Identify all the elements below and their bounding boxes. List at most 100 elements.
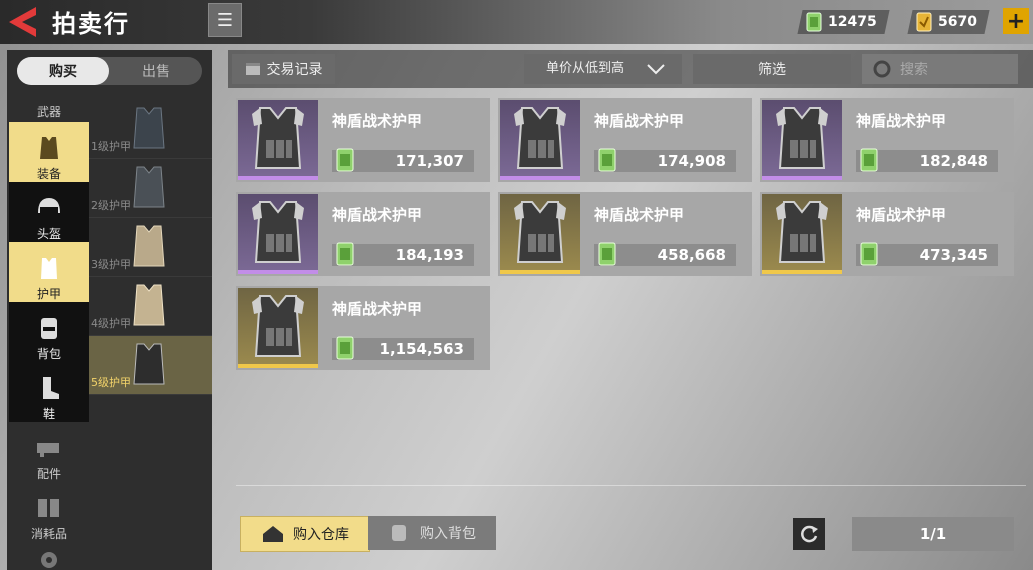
- category-more[interactable]: [9, 542, 89, 570]
- item-thumbnail: [238, 194, 318, 274]
- cash-icon: [336, 242, 354, 266]
- category-consumables[interactable]: 消耗品: [9, 482, 89, 542]
- listing-card[interactable]: 神盾战术护甲 1,154,563: [236, 286, 490, 370]
- cash-icon: [598, 242, 616, 266]
- gold-currency: 5670: [907, 10, 990, 34]
- gold-value: 5670: [938, 14, 977, 30]
- tab-sell[interactable]: 出售: [110, 57, 202, 85]
- armor-level-2[interactable]: 2级护甲: [89, 159, 212, 218]
- rarity-bar: [238, 270, 318, 274]
- backpack-icon: [41, 318, 57, 339]
- armor-level-4-icon: [133, 284, 165, 326]
- buy-to-warehouse-button[interactable]: 购入仓库: [240, 516, 370, 552]
- search-input[interactable]: 搜索: [862, 54, 1018, 84]
- armor-level-label: 3级护甲: [91, 258, 131, 271]
- category-label: 武器: [36, 105, 61, 119]
- category-weapons[interactable]: 武器: [9, 92, 89, 120]
- buy-to-warehouse-label: 购入仓库: [293, 527, 349, 543]
- listing-card[interactable]: 神盾战术护甲 171,307: [236, 98, 490, 182]
- item-thumbnail: [500, 194, 580, 274]
- page-title: 拍卖行: [52, 10, 130, 38]
- category-label: 护甲: [36, 287, 61, 301]
- armor-level-label: 4级护甲: [91, 317, 131, 330]
- category-equipment[interactable]: 装备: [9, 122, 89, 182]
- item-name: 神盾战术护甲: [332, 206, 423, 224]
- filter-button[interactable]: 筛选: [693, 54, 851, 84]
- category-label: 装备: [36, 167, 61, 181]
- item-price: 1,154,563: [379, 340, 464, 358]
- rarity-bar: [762, 270, 842, 274]
- search-icon: [873, 60, 891, 78]
- armor-level-5[interactable]: 5级护甲: [89, 336, 212, 395]
- armor-level-2-icon: [133, 166, 165, 208]
- sort-dropdown[interactable]: 单价从低到高: [524, 54, 682, 84]
- armor-level-1-icon: [133, 107, 165, 149]
- listing-card[interactable]: 神盾战术护甲 182,848: [760, 98, 1014, 182]
- armor-level-4[interactable]: 4级护甲: [89, 277, 212, 336]
- boot-icon: [43, 377, 59, 399]
- item-thumbnail: [762, 194, 842, 274]
- armor-vest-icon: [252, 201, 304, 263]
- listing-area: 交易记录 单价从低到高 筛选 搜索 神盾战术护甲 171,307 神盾战术护甲 174…: [228, 50, 1033, 570]
- category-label: 消耗品: [30, 527, 67, 541]
- warehouse-icon: [263, 526, 283, 542]
- refresh-button[interactable]: [793, 518, 825, 550]
- cash-icon: [860, 148, 878, 172]
- trade-history-button[interactable]: 交易记录: [232, 54, 335, 84]
- cash-icon: [336, 148, 354, 172]
- listing-card[interactable]: 神盾战术护甲 174,908: [498, 98, 752, 182]
- gear-icon: [41, 552, 57, 568]
- helmet-icon: [38, 198, 60, 213]
- item-name: 神盾战术护甲: [856, 206, 947, 224]
- tab-buy[interactable]: 购买: [17, 57, 109, 85]
- refresh-icon: [801, 525, 818, 543]
- armor-vest-icon: [514, 107, 566, 169]
- armor-level-label: 1级护甲: [91, 140, 131, 153]
- history-icon: [245, 63, 260, 75]
- armor-vest-icon: [776, 201, 828, 263]
- category-label: 头盔: [36, 227, 61, 241]
- armor-level-1[interactable]: 1级护甲: [89, 100, 212, 159]
- category-helmet[interactable]: 头盔: [9, 182, 89, 242]
- add-currency-button[interactable]: +: [1003, 8, 1029, 34]
- listing-card[interactable]: 神盾战术护甲 184,193: [236, 192, 490, 276]
- armor-level-label: 5级护甲: [91, 376, 131, 389]
- backpack-icon: [392, 525, 406, 541]
- item-price: 171,307: [395, 152, 464, 170]
- listing-card[interactable]: 神盾战术护甲 458,668: [498, 192, 752, 276]
- armor-level-3[interactable]: 3级护甲: [89, 218, 212, 277]
- category-boots[interactable]: 鞋: [9, 362, 89, 422]
- armor-icon: [41, 258, 57, 279]
- toolbar: 交易记录 单价从低到高 筛选 搜索: [228, 50, 1033, 88]
- armor-level-5-icon: [133, 343, 165, 385]
- item-price: 473,345: [919, 246, 988, 264]
- category-armor[interactable]: 护甲: [9, 242, 89, 302]
- back-arrow-icon[interactable]: [6, 4, 42, 40]
- filter-label: 筛选: [758, 62, 786, 78]
- category-list: 武器 装备 头盔 护甲 背包 鞋 配件 消耗品: [9, 92, 89, 570]
- item-price: 174,908: [657, 152, 726, 170]
- buy-to-backpack-button[interactable]: 购入背包: [368, 516, 496, 550]
- item-name: 神盾战术护甲: [332, 112, 423, 130]
- listing-card[interactable]: 神盾战术护甲 473,345: [760, 192, 1014, 276]
- armor-level-label: 2级护甲: [91, 199, 131, 212]
- trade-history-label: 交易记录: [266, 62, 323, 78]
- item-price: 182,848: [919, 152, 988, 170]
- category-backpack[interactable]: 背包: [9, 302, 89, 362]
- rarity-bar: [500, 176, 580, 180]
- item-name: 神盾战术护甲: [594, 112, 685, 130]
- gold-bar-icon: [916, 12, 932, 32]
- menu-list-button[interactable]: ☰: [208, 3, 242, 37]
- rarity-bar: [762, 176, 842, 180]
- rarity-bar: [238, 176, 318, 180]
- item-thumbnail: [238, 100, 318, 180]
- divider: [236, 485, 1026, 486]
- cash-currency: 12475: [797, 10, 890, 34]
- buy-sell-tabs: 购买 出售: [17, 57, 202, 85]
- category-attachments[interactable]: 配件: [9, 422, 89, 482]
- vest-icon: [40, 137, 58, 159]
- rarity-bar: [238, 364, 318, 368]
- search-placeholder: 搜索: [900, 62, 928, 78]
- cash-icon: [860, 242, 878, 266]
- rarity-bar: [500, 270, 580, 274]
